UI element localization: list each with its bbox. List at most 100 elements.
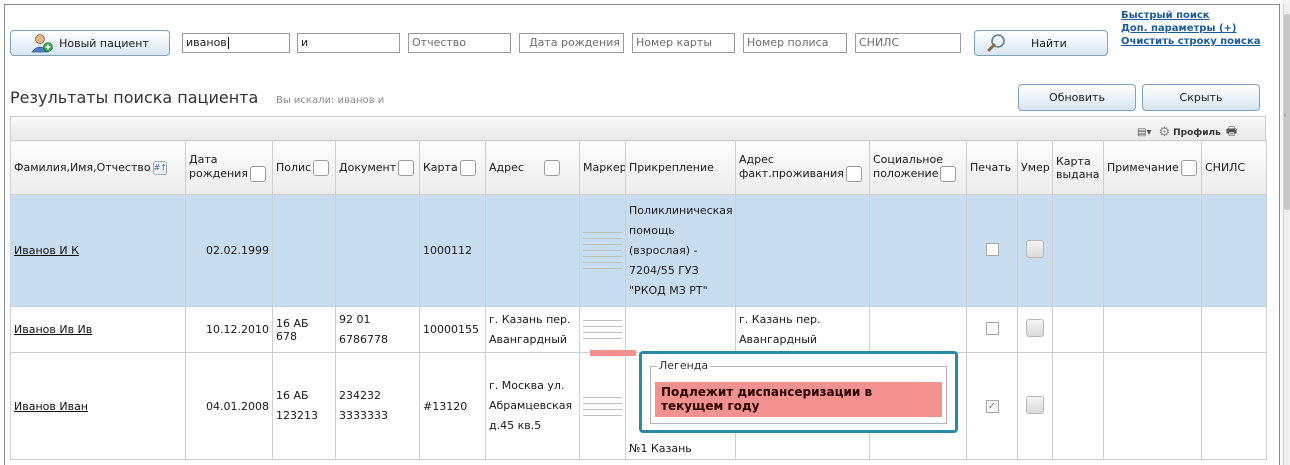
new-patient-button[interactable]: Новый пациент — [10, 30, 170, 56]
snils-input[interactable]: СНИЛС — [855, 33, 961, 53]
patient-link[interactable]: Иванов И К — [14, 244, 79, 257]
grid-toolbar — [10, 116, 1266, 140]
table-row[interactable]: Иванов И К 02.02.1999 1000112 Поликлинич… — [10, 194, 1267, 307]
marker-stripes — [583, 320, 622, 339]
col-header-snils[interactable]: СНИЛС — [1201, 140, 1267, 195]
patronymic-input[interactable]: Отчество — [408, 33, 511, 53]
cell-address: г. Казань пер. Авангардный — [485, 306, 580, 353]
col-header-marker[interactable]: Маркер — [579, 140, 626, 195]
refresh-button[interactable]: Обновить — [1018, 84, 1136, 111]
cell-policy: 16 АБ 678 — [272, 306, 336, 353]
results-title: Результаты поиска пациента — [10, 88, 259, 107]
cell-attachment: Поликлиническая помощь (взрослая) - 7204… — [625, 194, 736, 307]
patient-link[interactable]: Иванов Ив Ив — [14, 323, 92, 336]
col-header-birth[interactable]: Дата рождения — [185, 140, 273, 195]
col-header-label: Документ — [339, 160, 397, 174]
column-filter-checkbox[interactable] — [459, 159, 476, 176]
column-filter-checkbox[interactable] — [1180, 159, 1197, 176]
col-header-label: Фамилия,Имя,Отчество — [14, 160, 151, 174]
col-header-label: Умер — [1021, 161, 1050, 174]
col-header-print[interactable]: Печать — [966, 140, 1018, 195]
columns-menu-icon[interactable]: ▤▾ — [1137, 127, 1151, 138]
cell-marker — [579, 352, 626, 460]
cell-actual-address: г. Казань пер. Авангардный — [735, 306, 870, 353]
deceased-toggle[interactable] — [1026, 395, 1044, 414]
col-header-note[interactable]: Примечание — [1103, 140, 1202, 195]
col-header-fio[interactable]: Фамилия,Имя,Отчество #↑ — [10, 140, 186, 195]
birth-date-input[interactable]: Дата рождения — [519, 33, 624, 53]
search-icon — [987, 34, 1005, 52]
cell-deceased — [1017, 352, 1053, 460]
cell-print — [966, 194, 1018, 307]
hide-button[interactable]: Скрыть — [1142, 84, 1260, 111]
cell-card: 1000112 — [419, 194, 486, 307]
marker-stripes — [583, 396, 622, 416]
col-header-label: Маркер — [583, 161, 626, 174]
legend-item-dispensary: Подлежит диспансеризации в текущем году — [655, 382, 942, 417]
marker-stripes — [583, 232, 622, 269]
col-header-label: Полис — [276, 160, 312, 174]
gear-icon[interactable]: ⚙ — [1158, 125, 1170, 140]
cell-print: ✓ — [966, 352, 1018, 460]
vertical-scrollbar[interactable] — [1283, 4, 1290, 465]
deceased-toggle[interactable] — [1026, 240, 1044, 258]
hide-label: Скрыть — [1179, 91, 1223, 104]
print-checkbox-checked[interactable]: ✓ — [985, 400, 999, 413]
cell-name[interactable]: Иванов И К — [10, 194, 186, 307]
extra-params-link[interactable]: Доп. параметры (+) — [1121, 22, 1271, 35]
cell-document: 234232 3333333 — [335, 352, 420, 460]
cell-policy: 16 АБ 123213 — [272, 352, 336, 460]
card-number-input[interactable]: Номер карты — [632, 33, 735, 53]
cell-name[interactable]: Иванов Иван — [10, 352, 186, 460]
col-header-label: Дата рождения — [189, 153, 248, 180]
panel-resize-handle[interactable]: ⁞ — [1284, 112, 1288, 120]
column-filter-checkbox[interactable] — [249, 166, 266, 182]
find-button[interactable]: Найти — [974, 30, 1108, 56]
col-header-document[interactable]: Документ — [335, 140, 420, 195]
deceased-toggle[interactable] — [1026, 319, 1044, 337]
cell-policy — [272, 194, 336, 307]
cell-actual-address — [735, 194, 870, 307]
cell-note — [1103, 194, 1202, 307]
col-header-label: Примечание — [1107, 160, 1179, 174]
legend-title: Легенда — [657, 359, 711, 372]
column-filter-checkbox[interactable] — [313, 159, 330, 176]
col-header-deceased[interactable]: Умер — [1017, 140, 1053, 195]
cell-birth: 02.02.1999 — [185, 194, 273, 307]
col-header-card[interactable]: Карта — [419, 140, 486, 195]
col-header-policy[interactable]: Полис — [272, 140, 336, 195]
print-checkbox[interactable] — [985, 321, 999, 335]
cell-birth: 04.01.2008 — [185, 352, 273, 460]
column-filter-checkbox[interactable] — [845, 166, 862, 182]
column-filter-checkbox[interactable] — [398, 159, 415, 176]
cell-name[interactable]: Иванов Ив Ив — [10, 306, 186, 353]
patient-link[interactable]: Иванов Иван — [14, 400, 88, 413]
col-header-card-issued[interactable]: Карта выдана — [1052, 140, 1104, 195]
col-header-address[interactable]: Адрес — [485, 140, 580, 195]
column-filter-checkbox[interactable] — [543, 159, 560, 176]
col-header-social[interactable]: Социальное положение — [869, 140, 967, 195]
quick-search-link[interactable]: Быстрый поиск — [1121, 9, 1271, 22]
first-name-value: и — [301, 36, 309, 49]
cell-marker — [579, 306, 626, 353]
cell-card-issued — [1052, 352, 1104, 460]
sort-icon[interactable]: #↑ — [152, 160, 167, 175]
first-name-input[interactable]: и — [297, 33, 400, 53]
cell-social — [869, 306, 967, 353]
clear-search-link[interactable]: Очистить строку поиска — [1121, 35, 1271, 48]
cell-note — [1103, 352, 1202, 460]
profile-label[interactable]: Профиль — [1173, 128, 1221, 138]
col-header-label: Прикрепление — [629, 161, 714, 174]
print-checkbox[interactable] — [985, 242, 999, 256]
cell-snils — [1201, 194, 1267, 307]
column-filter-checkbox[interactable] — [940, 166, 957, 182]
cell-address: г. Москва ул. Абрамцевская д.45 кв.5 — [485, 352, 580, 460]
table-row[interactable]: Иванов Ив Ив 10.12.2010 16 АБ 678 92 01 … — [10, 306, 1267, 353]
policy-number-input[interactable]: Номер полиса — [743, 33, 847, 53]
search-query-text: Вы искали: иванов и — [276, 95, 385, 106]
last-name-input[interactable]: иванов — [182, 33, 290, 53]
search-links: Быстрый поиск Доп. параметры (+) Очистит… — [1121, 9, 1271, 48]
col-header-attachment[interactable]: Прикрепление — [625, 140, 736, 195]
col-header-actual-address[interactable]: Адрес факт.проживания — [735, 140, 870, 195]
new-patient-label: Новый пациент — [59, 36, 149, 50]
